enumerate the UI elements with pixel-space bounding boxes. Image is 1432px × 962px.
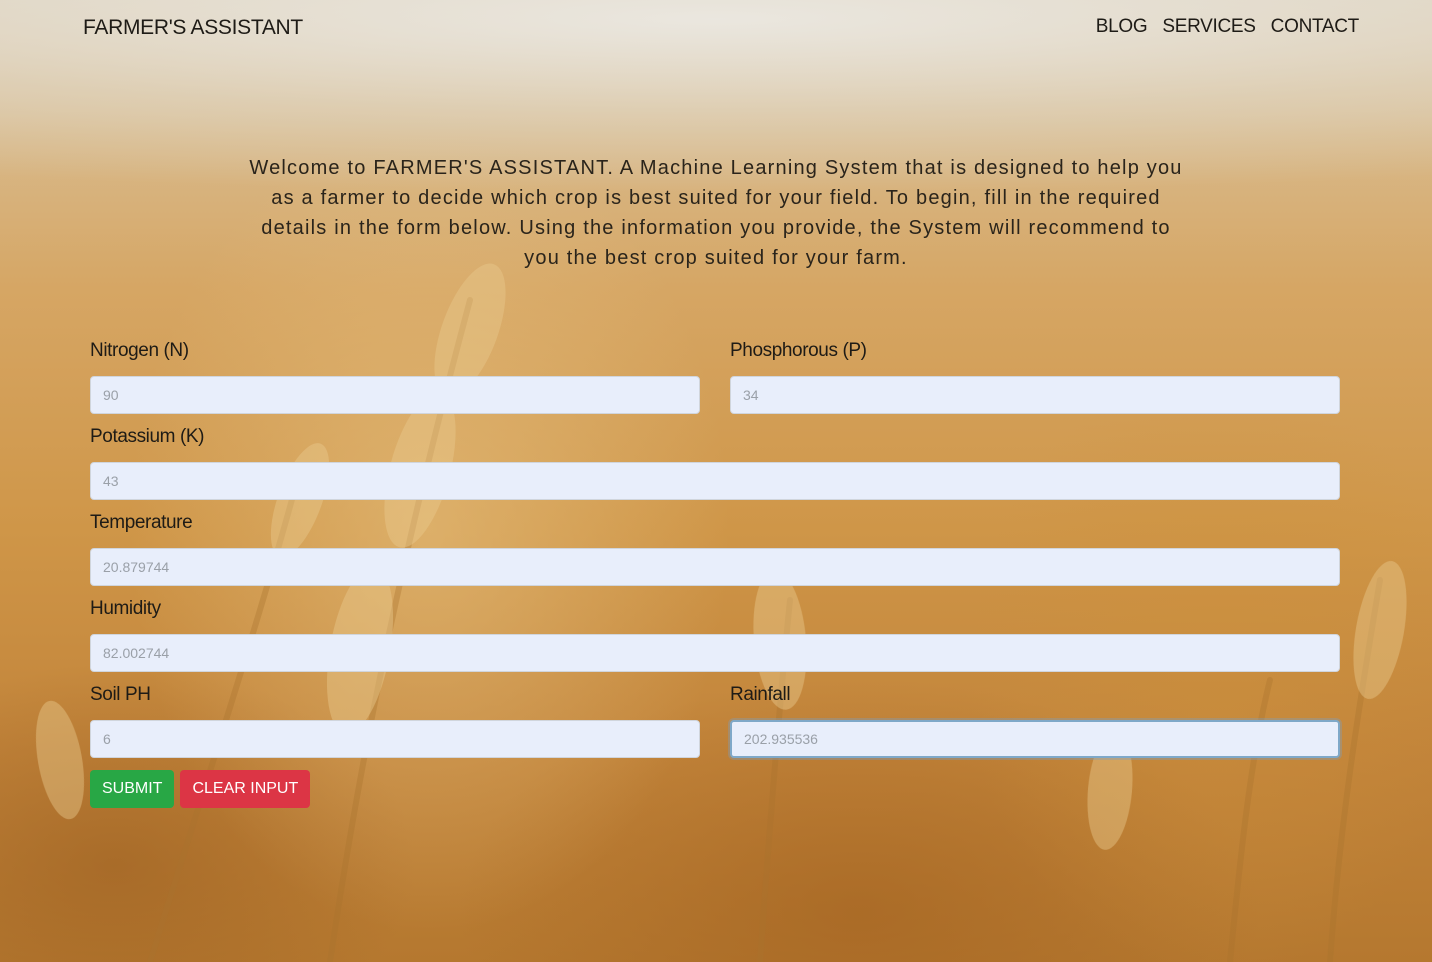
form-buttons: SUBMIT CLEAR INPUT	[90, 770, 1340, 808]
nitrogen-label: Nitrogen (N)	[90, 340, 189, 361]
humidity-input[interactable]	[90, 634, 1340, 672]
phosphorous-group: Phosphorous (P)	[730, 340, 1340, 414]
brand-logo[interactable]: FARMER'S ASSISTANT	[83, 16, 303, 40]
temperature-label: Temperature	[90, 512, 193, 533]
intro-text: Welcome to FARMER'S ASSISTANT. A Machine…	[249, 157, 1183, 269]
temperature-group: Temperature	[90, 512, 1340, 586]
soil-ph-group: Soil PH	[90, 684, 700, 758]
nav-services[interactable]: SERVICES	[1162, 16, 1256, 38]
rainfall-label: Rainfall	[730, 684, 791, 705]
rainfall-input[interactable]	[730, 720, 1340, 758]
phosphorous-input[interactable]	[730, 376, 1340, 414]
clear-input-button[interactable]: CLEAR INPUT	[180, 770, 311, 808]
nav-blog[interactable]: BLOG	[1096, 16, 1148, 38]
navbar: FARMER'S ASSISTANT BLOG SERVICES CONTACT	[0, 0, 1432, 58]
potassium-group: Potassium (K)	[90, 426, 1340, 500]
nitrogen-input[interactable]	[90, 376, 700, 414]
humidity-label: Humidity	[90, 598, 161, 619]
soil-ph-input[interactable]	[90, 720, 700, 758]
potassium-label: Potassium (K)	[90, 426, 205, 447]
nav-contact[interactable]: CONTACT	[1271, 16, 1360, 38]
soil-ph-label: Soil PH	[90, 684, 151, 705]
submit-button[interactable]: SUBMIT	[90, 770, 175, 808]
rainfall-group: Rainfall	[730, 684, 1340, 758]
nav-links: BLOG SERVICES CONTACT	[1096, 16, 1360, 38]
crop-form: Nitrogen (N) Phosphorous (P) Potassium (…	[90, 340, 1340, 808]
phosphorous-label: Phosphorous (P)	[730, 340, 867, 361]
temperature-input[interactable]	[90, 548, 1340, 586]
humidity-group: Humidity	[90, 598, 1340, 672]
nitrogen-group: Nitrogen (N)	[90, 340, 700, 414]
potassium-input[interactable]	[90, 462, 1340, 500]
